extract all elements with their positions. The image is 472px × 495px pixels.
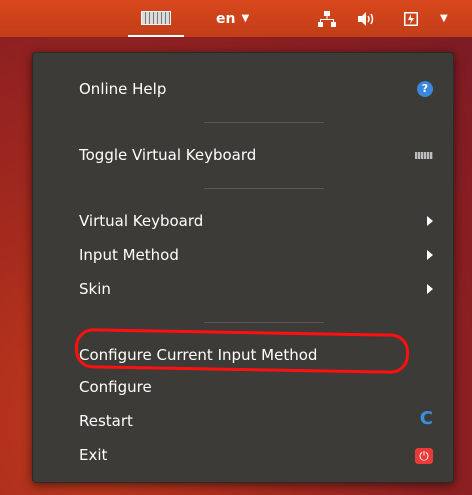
chevron-down-icon: ▼ — [241, 13, 250, 24]
menu-item-exit[interactable]: Exit ⏻ — [33, 441, 453, 471]
menu-item-label: Toggle Virtual Keyboard — [79, 146, 257, 164]
menu-item-input-method[interactable]: Input Method — [33, 241, 453, 271]
menu-item-toggle-virtual-keyboard[interactable]: Toggle Virtual Keyboard — [33, 141, 453, 171]
separator — [204, 122, 324, 123]
menu-item-online-help[interactable]: Online Help ? — [33, 75, 453, 105]
system-menu-button[interactable]: ▼ — [440, 0, 448, 37]
separator — [204, 188, 324, 189]
menu-item-label: Restart — [79, 412, 133, 430]
menu-item-restart[interactable]: Restart C — [33, 407, 453, 437]
help-icon: ? — [417, 81, 433, 97]
battery-indicator[interactable] — [404, 0, 418, 37]
restart-icon: C — [419, 408, 433, 429]
submenu-arrow-icon — [427, 250, 433, 260]
top-panel: en ▼ ▼ — [0, 0, 472, 37]
power-icon: ⏻ — [415, 448, 433, 464]
menu-item-label: Skin — [79, 280, 111, 298]
menu-item-label: Input Method — [79, 246, 179, 264]
indicator-dropdown-menu: Online Help ? Toggle Virtual Keyboard Vi… — [32, 52, 454, 483]
submenu-arrow-icon — [427, 216, 433, 226]
volume-indicator[interactable] — [358, 0, 376, 37]
menu-item-skin[interactable]: Skin — [33, 275, 453, 305]
keyboard-indicator[interactable] — [128, 0, 184, 37]
submenu-arrow-icon — [427, 284, 433, 294]
network-icon — [318, 10, 336, 27]
red-annotation-circle — [74, 328, 410, 374]
separator — [204, 322, 324, 323]
chevron-down-icon: ▼ — [440, 13, 448, 24]
menu-item-label: Online Help — [79, 80, 167, 98]
language-label: en — [216, 10, 236, 27]
menu-item-label: Exit — [79, 446, 108, 464]
language-indicator[interactable]: en ▼ — [216, 0, 249, 37]
menu-item-configure[interactable]: Configure — [33, 373, 453, 403]
battery-icon — [404, 11, 418, 26]
menu-item-virtual-keyboard[interactable]: Virtual Keyboard — [33, 207, 453, 237]
menu-item-label: Virtual Keyboard — [79, 212, 204, 230]
keyboard-icon — [141, 10, 171, 25]
volume-icon — [358, 11, 374, 26]
network-indicator[interactable] — [318, 0, 336, 37]
keyboard-icon — [415, 152, 433, 159]
menu-item-label: Configure — [79, 378, 152, 396]
